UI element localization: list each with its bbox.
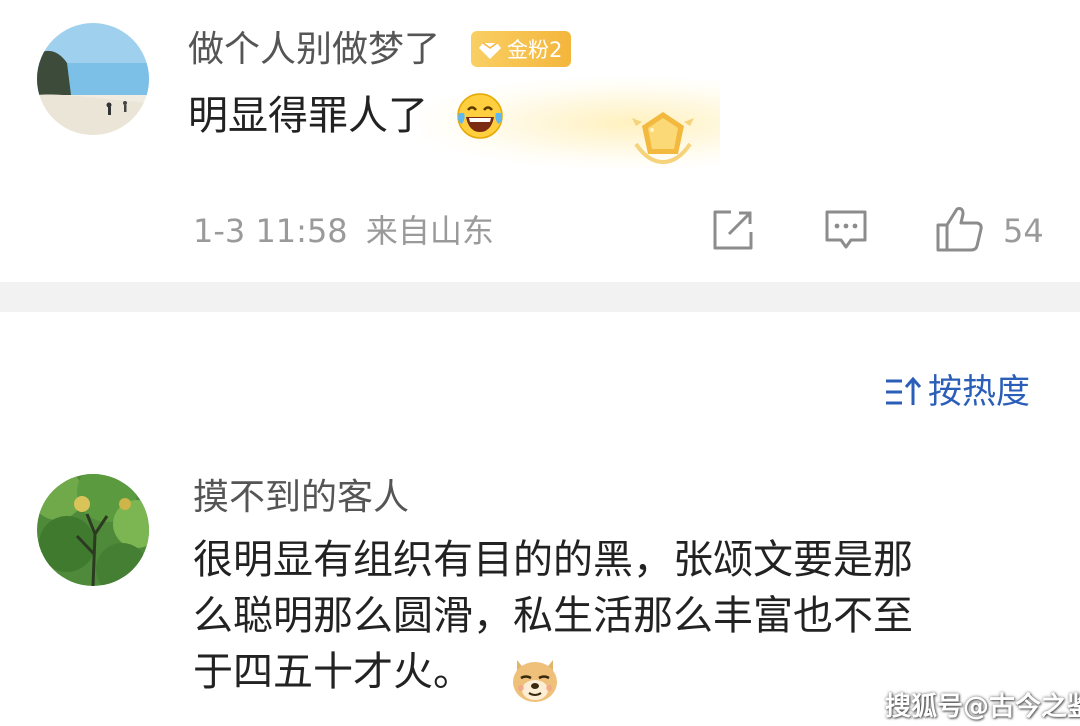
comment-text-line: 么聪明那么圆滑，私生活那么丰富也不至 xyxy=(193,593,913,639)
comment-icon[interactable] xyxy=(823,208,869,252)
comment-meta: 1-3 11:58 来自山东 xyxy=(193,211,494,251)
avatar[interactable] xyxy=(37,474,149,586)
like-count: 54 xyxy=(1003,212,1044,250)
avatar[interactable] xyxy=(37,23,149,135)
section-divider xyxy=(0,282,1080,312)
comment-date: 1-3 11:58 xyxy=(193,212,348,250)
beach-avatar-image xyxy=(37,23,149,135)
share-icon[interactable] xyxy=(711,208,755,252)
fan-badge-label: 金粉2 xyxy=(507,38,563,62)
doge-emoji-icon xyxy=(513,660,557,702)
comment-text-segment: 于四五十才火。 xyxy=(193,649,473,695)
comment-item: 做个人别做梦了 金粉2 明显得罪人了 1-3 11:58 来自山东 54 xyxy=(0,0,1080,282)
comment-text-line: 很明显有组织有目的的黑，张颂文要是那 xyxy=(193,537,913,583)
diamond-icon xyxy=(479,42,501,59)
sort-label: 按热度 xyxy=(928,372,1030,412)
tree-avatar-image xyxy=(37,474,149,586)
comment-location: 来自山东 xyxy=(365,212,494,250)
thumbs-up-icon[interactable] xyxy=(935,205,985,253)
fan-badge[interactable]: 金粉2 xyxy=(471,31,571,67)
comment-username[interactable]: 摸不到的客人 xyxy=(193,476,409,520)
watermark: 搜狐号@古今之鉴 xyxy=(885,692,1080,722)
comment-text: 明显得罪人了 xyxy=(188,88,428,144)
laugh-cry-emoji-icon xyxy=(457,93,503,139)
comment-text-label: 明显得罪人了 xyxy=(188,93,428,139)
comment-username[interactable]: 做个人别做梦了 xyxy=(188,28,440,72)
sort-button[interactable]: 按热度 xyxy=(884,370,1030,414)
sort-icon xyxy=(886,376,922,405)
gold-crest-icon xyxy=(632,112,694,165)
